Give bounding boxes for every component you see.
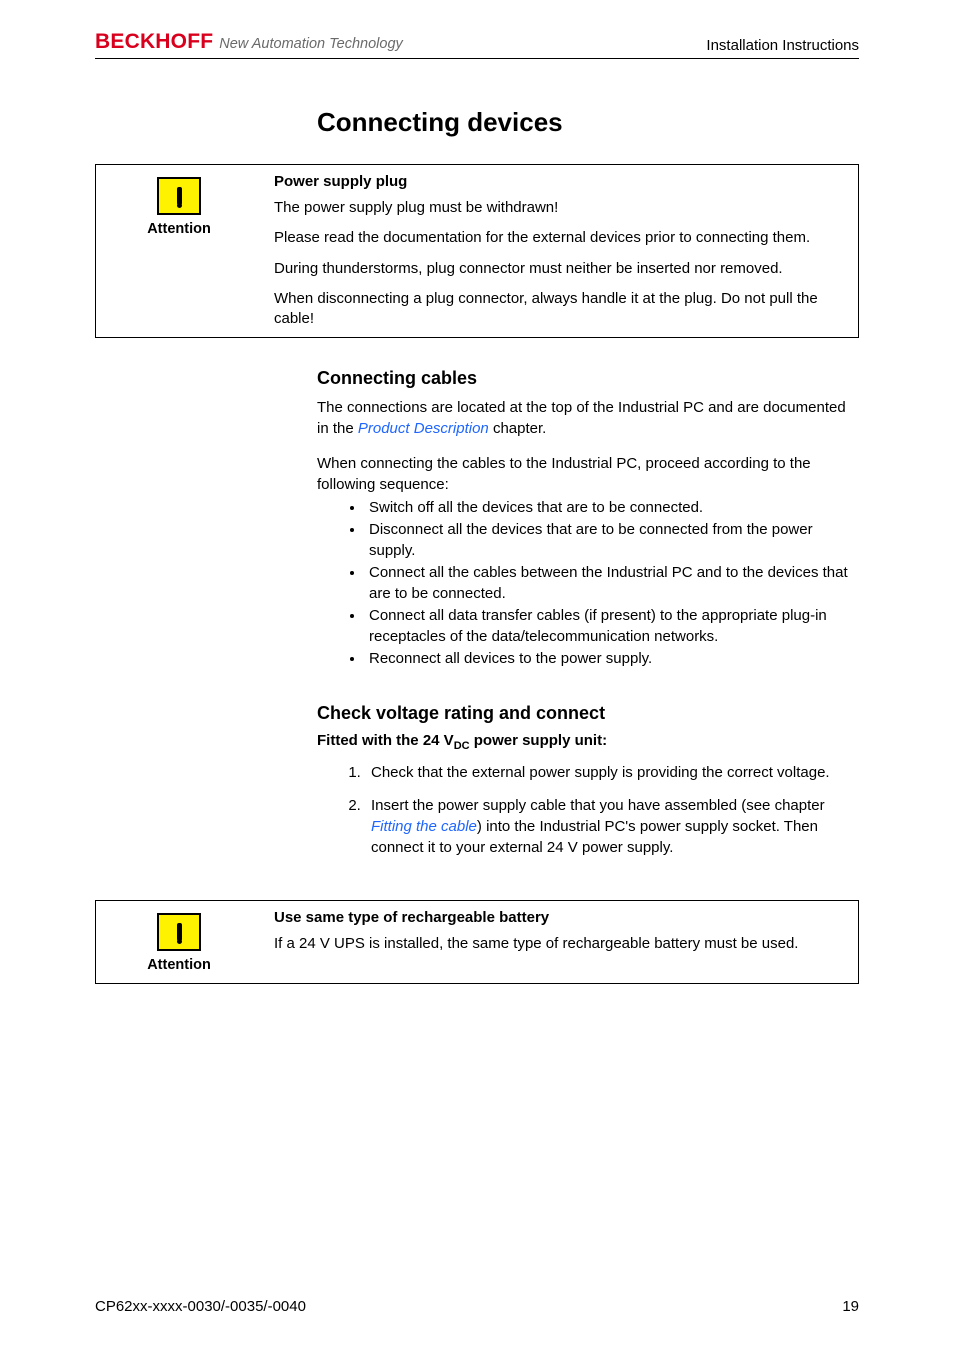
page-footer: CP62xx-xxxx-0030/-0035/-0040 19 — [95, 1298, 859, 1315]
text-fragment: Insert the power supply cable that you h… — [371, 797, 825, 814]
text-fragment: chapter. — [489, 420, 547, 437]
page-title: Connecting devices — [317, 107, 859, 138]
body-paragraph: The connections are located at the top o… — [317, 397, 859, 439]
attention-left: Attention — [96, 165, 262, 337]
attention-icon — [157, 177, 201, 215]
attention-label: Attention — [102, 957, 256, 973]
page-header: BECKHOFF New Automation Technology Insta… — [95, 30, 859, 59]
attention-paragraph: If a 24 V UPS is installed, the same typ… — [274, 934, 848, 954]
list-item: Connect all data transfer cables (if pre… — [365, 605, 859, 647]
link-product-description[interactable]: Product Description — [358, 420, 489, 437]
text-fragment: power supply unit: — [470, 732, 608, 749]
content-column: Connecting cables The connections are lo… — [317, 368, 859, 858]
list-item: Insert the power supply cable that you h… — [365, 795, 859, 858]
attention-paragraph: When disconnecting a plug connector, alw… — [274, 289, 848, 330]
attention-content: Power supply plug The power supply plug … — [262, 165, 858, 337]
bullet-list: Switch off all the devices that are to b… — [317, 497, 859, 669]
list-item: Switch off all the devices that are to b… — [365, 497, 859, 518]
subscript-dc: DC — [454, 740, 470, 752]
attention-box-battery: Attention Use same type of rechargeable … — [95, 900, 859, 984]
logo-group: BECKHOFF New Automation Technology — [95, 30, 403, 54]
section-title-check-voltage: Check voltage rating and connect — [317, 703, 859, 724]
text-fragment: Fitted with the 24 V — [317, 732, 454, 749]
subheading: Fitted with the 24 VDC power supply unit… — [317, 732, 859, 752]
attention-title: Power supply plug — [274, 173, 848, 190]
attention-paragraph: The power supply plug must be withdrawn! — [274, 198, 848, 218]
brand-logo: BECKHOFF — [95, 30, 213, 54]
numbered-list: Check that the external power supply is … — [317, 762, 859, 858]
attention-content: Use same type of rechargeable battery If… — [262, 901, 858, 983]
attention-title: Use same type of rechargeable battery — [274, 909, 848, 926]
attention-label: Attention — [102, 221, 256, 237]
body-paragraph: When connecting the cables to the Indust… — [317, 453, 859, 495]
list-item: Connect all the cables between the Indus… — [365, 562, 859, 604]
footer-page-number: 19 — [842, 1298, 859, 1315]
attention-box-power-plug: Attention Power supply plug The power su… — [95, 164, 859, 338]
list-item: Disconnect all the devices that are to b… — [365, 519, 859, 561]
content-column: Connecting devices — [317, 107, 859, 138]
section-name: Installation Instructions — [706, 37, 859, 54]
brand-tagline: New Automation Technology — [219, 36, 403, 52]
list-item: Check that the external power supply is … — [365, 762, 859, 783]
list-item: Reconnect all devices to the power suppl… — [365, 648, 859, 669]
attention-icon — [157, 913, 201, 951]
link-fitting-the-cable[interactable]: Fitting the cable — [371, 818, 477, 835]
attention-paragraph: During thunderstorms, plug connector mus… — [274, 259, 848, 279]
section-title-connecting-cables: Connecting cables — [317, 368, 859, 389]
footer-doc-id: CP62xx-xxxx-0030/-0035/-0040 — [95, 1298, 306, 1315]
attention-paragraph: Please read the documentation for the ex… — [274, 228, 848, 248]
attention-left: Attention — [96, 901, 262, 983]
